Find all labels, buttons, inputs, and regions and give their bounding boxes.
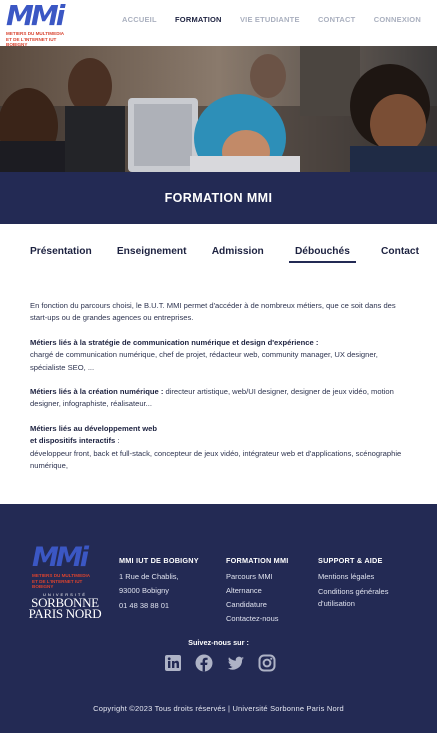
hero-photo — [0, 46, 437, 172]
page-title-band: FORMATION MMI — [0, 172, 437, 224]
address-line: 1 Rue de Chablis, — [119, 572, 179, 581]
logo-subtitle-1: METIERS DU MULTIMEDIA — [6, 31, 65, 36]
section-heading: Métiers liés à la création numérique : — [30, 387, 164, 397]
twitter-icon[interactable] — [227, 654, 245, 672]
tab-enseignement[interactable]: Enseignement — [117, 246, 187, 263]
footer-address: MMI IUT DE BOBIGNY 1 Rue de Chablis, 930… — [119, 554, 219, 613]
nav-formation[interactable]: FORMATION — [175, 15, 222, 24]
footer-col-title: SUPPORT & AIDE — [318, 556, 383, 565]
sorbonne-logo[interactable]: UNIVERSITÉ SORBONNE PARIS NORD — [28, 592, 102, 621]
address-line: 93000 Bobigny — [119, 586, 170, 595]
copyright: Copyright ©2023 Tous droits réservés | U… — [93, 704, 344, 713]
facebook-icon[interactable] — [195, 654, 213, 672]
footer-link-cgu[interactable]: Conditions générales d'utilisation — [318, 586, 418, 610]
logo-subtitle-2: ET DE L'INTERNET IUT BOBIGNY — [32, 579, 83, 589]
follow-label: Suivez-nous sur : — [188, 638, 249, 647]
tab-debouches[interactable]: Débouchés — [288, 246, 356, 263]
nav-accueil[interactable]: ACCUEIL — [122, 15, 157, 24]
footer-col-title: MMI IUT DE BOBIGNY — [119, 556, 199, 565]
university-name-2: PARIS NORD — [28, 606, 102, 621]
section-heading: Métiers liés au développement web — [30, 423, 158, 433]
phone-number: 01 48 38 88 01 — [119, 601, 170, 610]
footer-col-title: FORMATION MMI — [226, 556, 289, 565]
footer-formation-links: FORMATION MMI Parcours MMI Alternance Ca… — [226, 554, 314, 626]
social-links — [164, 654, 276, 672]
site-footer: MMi METIERS DU MULTIMEDIA ET DE L'INTERN… — [0, 504, 437, 733]
footer-link-alternance[interactable]: Alternance — [226, 584, 314, 598]
debouches-content: En fonction du parcours choisi, le B.U.T… — [30, 300, 410, 484]
logo-mark: MMi — [32, 542, 89, 573]
footer-support-links: SUPPORT & AIDE Mentions légales Conditio… — [318, 554, 418, 610]
nav-contact[interactable]: CONTACT — [318, 15, 356, 24]
footer-link-mentions[interactable]: Mentions légales — [318, 570, 418, 584]
tab-presentation[interactable]: Présentation — [30, 246, 92, 263]
section-heading-2: et dispositifs interactifs — [30, 436, 116, 446]
footer-link-parcours[interactable]: Parcours MMI — [226, 570, 314, 584]
tab-contact[interactable]: Contact — [381, 246, 419, 263]
linkedin-icon[interactable] — [164, 654, 182, 672]
page-title: FORMATION MMI — [164, 191, 273, 205]
footer-link-candidature[interactable]: Candidature — [226, 598, 314, 612]
instagram-icon[interactable] — [258, 654, 276, 672]
logo-mark: MMi — [6, 0, 65, 32]
tab-admission[interactable]: Admission — [212, 246, 264, 263]
site-header: MMi METIERS DU MULTIMEDIA ET DE L'INTERN… — [0, 0, 437, 48]
nav-vie-etudiante[interactable]: VIE ETUDIANTE — [240, 15, 300, 24]
mmi-logo[interactable]: MMi METIERS DU MULTIMEDIA ET DE L'INTERN… — [6, 0, 70, 48]
section-heading: Métiers liés à la stratégie de communica… — [30, 337, 319, 347]
footer-link-contact[interactable]: Contactez-nous — [226, 612, 314, 626]
section-creation: Métiers liés à la création numérique : d… — [30, 386, 410, 411]
section-text: chargé de communication numérique, chef … — [30, 350, 378, 372]
formation-tabs: Présentation Enseignement Admission Débo… — [30, 246, 419, 263]
section-communication: Métiers liés à la stratégie de communica… — [30, 337, 410, 374]
intro-paragraph: En fonction du parcours choisi, le B.U.T… — [30, 301, 396, 323]
footer-mmi-logo[interactable]: MMi METIERS DU MULTIMEDIA ET DE L'INTERN… — [32, 542, 96, 590]
section-text: développeur front, back et full-stack, c… — [30, 448, 402, 471]
section-developpement: Métiers liés au développement web et dis… — [30, 423, 402, 471]
main-nav: ACCUEIL FORMATION VIE ETUDIANTE CONTACT … — [122, 15, 421, 24]
logo-subtitle-1: METIERS DU MULTIMEDIA — [32, 573, 91, 578]
nav-connexion[interactable]: CONNEXION — [374, 15, 421, 24]
